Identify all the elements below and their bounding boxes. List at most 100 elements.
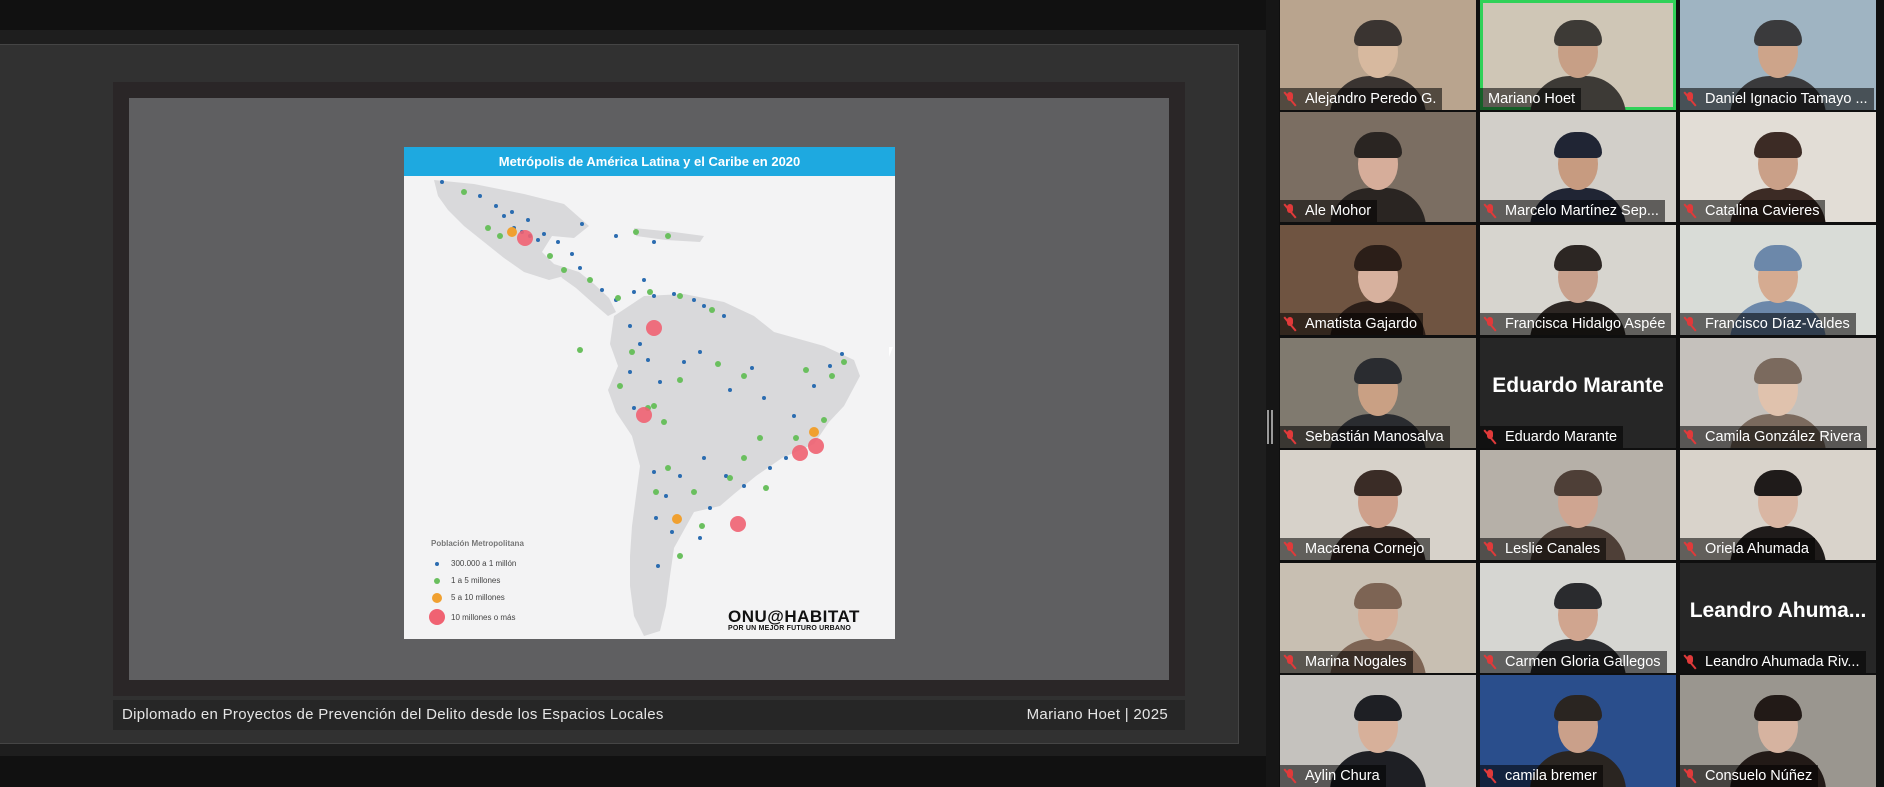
- participant-name: Francisco Díaz-Valdes: [1705, 316, 1850, 332]
- resize-handle-icon[interactable]: [1267, 410, 1273, 444]
- mic-muted-icon: [1283, 541, 1297, 557]
- participant-hair: [1754, 470, 1802, 496]
- participant-tile[interactable]: Eduardo Marante Eduardo Marante: [1480, 338, 1676, 448]
- legend-dot-xlarge: [429, 609, 445, 625]
- mic-muted-icon: [1483, 768, 1497, 784]
- mic-muted-icon: [1483, 541, 1497, 557]
- video-off-name: Eduardo Marante: [1492, 374, 1664, 397]
- mic-muted-icon: [1283, 768, 1297, 784]
- participant-name-tag: Ale Mohor: [1280, 200, 1378, 222]
- mic-muted-icon: [1483, 316, 1497, 332]
- participant-name-tag: Carmen Gloria Gallegos: [1480, 651, 1667, 673]
- top-bar: [0, 0, 1266, 30]
- participant-tile[interactable]: Ale Mohor: [1280, 112, 1476, 222]
- participant-name-tag: Daniel Ignacio Tamayo ...: [1680, 88, 1874, 110]
- participant-hair: [1554, 470, 1602, 496]
- participant-tile[interactable]: Marina Nogales: [1280, 563, 1476, 673]
- legend-title: Población Metropolitana: [431, 539, 524, 548]
- video-off-name: Leandro Ahuma...: [1689, 599, 1867, 622]
- participant-tile[interactable]: Francisco Díaz-Valdes: [1680, 225, 1876, 335]
- participant-hair: [1354, 245, 1402, 271]
- legend-item: 5 a 10 millones: [431, 589, 524, 606]
- mic-muted-icon: [1483, 429, 1497, 445]
- presenter-credit: Mariano Hoet | 2025: [1026, 706, 1168, 723]
- participant-hair: [1754, 245, 1802, 271]
- participant-name: Eduardo Marante: [1505, 429, 1618, 445]
- legend-item: 300.000 a 1 millón: [431, 555, 524, 572]
- participant-hair: [1754, 20, 1802, 46]
- participant-hair: [1354, 132, 1402, 158]
- participant-name-tag: Eduardo Marante: [1480, 426, 1624, 448]
- participant-name: Leslie Canales: [1505, 541, 1601, 557]
- participant-hair: [1554, 583, 1602, 609]
- mic-muted-icon: [1683, 541, 1697, 557]
- legend-item: 10 millones o más: [429, 606, 524, 628]
- participant-hair: [1354, 695, 1402, 721]
- participant-tile[interactable]: Macarena Cornejo: [1280, 450, 1476, 560]
- participant-hair: [1354, 470, 1402, 496]
- legend-label: 1 a 5 millones: [451, 576, 501, 585]
- participant-tile[interactable]: Sebastián Manosalva: [1280, 338, 1476, 448]
- participant-name-tag: Marina Nogales: [1280, 651, 1413, 673]
- participant-name-tag: Leslie Canales: [1480, 538, 1607, 560]
- participant-hair: [1754, 695, 1802, 721]
- participant-tile[interactable]: Leslie Canales: [1480, 450, 1676, 560]
- participant-hair: [1754, 358, 1802, 384]
- participant-tile[interactable]: Amatista Gajardo: [1280, 225, 1476, 335]
- participant-tile[interactable]: Marcelo Martínez Sep...: [1480, 112, 1676, 222]
- participant-name-tag: Aylin Chura: [1280, 765, 1386, 787]
- participant-tile[interactable]: Mariano Hoet: [1480, 0, 1676, 110]
- participant-name: Alejandro Peredo G.: [1305, 91, 1437, 107]
- participant-name-tag: Camila González Rivera: [1680, 426, 1868, 448]
- participant-tile[interactable]: Francisca Hidalgo Aspée: [1480, 225, 1676, 335]
- participant-tile[interactable]: camila bremer: [1480, 675, 1676, 787]
- panel-divider[interactable]: [1266, 0, 1279, 787]
- mic-muted-icon: [1483, 654, 1497, 670]
- participant-tile[interactable]: Camila González Rivera: [1680, 338, 1876, 448]
- legend-dot-medium: [434, 577, 440, 584]
- mic-muted-icon: [1683, 654, 1697, 670]
- participant-name: Francisca Hidalgo Aspée: [1505, 316, 1666, 332]
- participant-name-tag: Sebastián Manosalva: [1280, 426, 1450, 448]
- participant-name: Consuelo Núñez: [1705, 768, 1813, 784]
- participant-name: Mariano Hoet: [1488, 91, 1576, 107]
- logo-main: ONU@HABITAT: [728, 607, 860, 626]
- participant-name: Amatista Gajardo: [1305, 316, 1418, 332]
- participant-name: Aylin Chura: [1305, 768, 1380, 784]
- mic-muted-icon: [1283, 429, 1297, 445]
- participant-hair: [1554, 245, 1602, 271]
- mic-muted-icon: [1683, 316, 1697, 332]
- mic-muted-icon: [1283, 91, 1297, 107]
- mouse-cursor: [889, 347, 897, 357]
- participant-name: Daniel Ignacio Tamayo ...: [1705, 91, 1868, 107]
- participant-tile[interactable]: Aylin Chura: [1280, 675, 1476, 787]
- legend-dot-small: [435, 561, 439, 566]
- participant-name-tag: Francisco Díaz-Valdes: [1680, 313, 1856, 335]
- participant-hair: [1354, 358, 1402, 384]
- participant-name-tag: Catalina Cavieres: [1680, 200, 1826, 222]
- participant-tile[interactable]: Catalina Cavieres: [1680, 112, 1876, 222]
- participant-name: Macarena Cornejo: [1305, 541, 1425, 557]
- participant-hair: [1354, 20, 1402, 46]
- mic-muted-icon: [1283, 654, 1297, 670]
- legend-label: 10 millones o más: [451, 612, 516, 622]
- participant-name: Marina Nogales: [1305, 654, 1407, 670]
- legend-label: 5 a 10 millones: [451, 593, 505, 602]
- participant-name: Marcelo Martínez Sep...: [1505, 203, 1659, 219]
- legend-item: 1 a 5 millones: [431, 572, 524, 589]
- participant-tile[interactable]: Daniel Ignacio Tamayo ...: [1680, 0, 1876, 110]
- participant-name: Carmen Gloria Gallegos: [1505, 654, 1661, 670]
- participant-name-tag: camila bremer: [1480, 765, 1603, 787]
- legend-dot-large: [432, 592, 442, 603]
- participant-tile[interactable]: Carmen Gloria Gallegos: [1480, 563, 1676, 673]
- participant-tile[interactable]: Leandro Ahuma... Leandro Ahumada Riv...: [1680, 563, 1876, 673]
- participant-name-tag: Francisca Hidalgo Aspée: [1480, 313, 1672, 335]
- participant-name-tag: Oriela Ahumada: [1680, 538, 1815, 560]
- participant-name-tag: Amatista Gajardo: [1280, 313, 1424, 335]
- participant-hair: [1554, 20, 1602, 46]
- slide-title: Metrópolis de América Latina y el Caribe…: [404, 147, 895, 176]
- participant-name-tag: Leandro Ahumada Riv...: [1680, 651, 1866, 673]
- participant-tile[interactable]: Consuelo Núñez: [1680, 675, 1876, 787]
- participant-tile[interactable]: Oriela Ahumada: [1680, 450, 1876, 560]
- participant-tile[interactable]: Alejandro Peredo G.: [1280, 0, 1476, 110]
